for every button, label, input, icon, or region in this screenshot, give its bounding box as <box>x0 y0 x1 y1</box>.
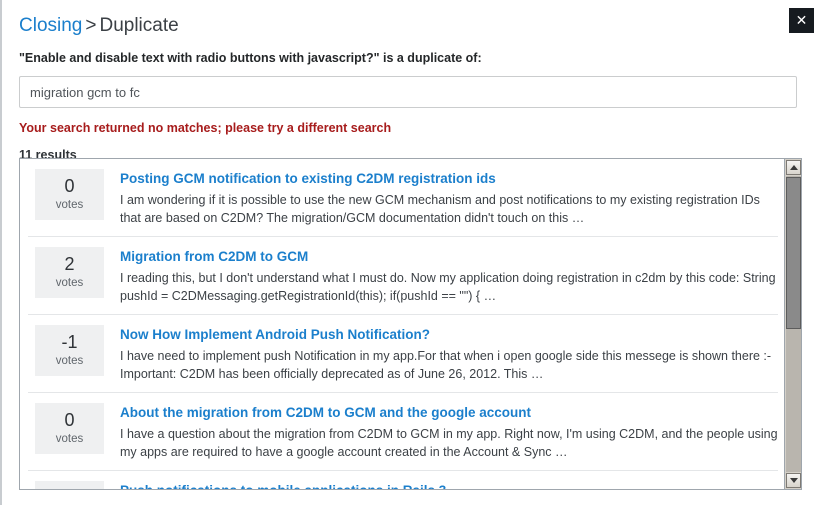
breadcrumb: Closing > Duplicate <box>19 0 802 37</box>
result-excerpt: I have a question about the migration fr… <box>120 427 778 459</box>
close-button[interactable]: ✕ <box>789 8 814 33</box>
scroll-down-button[interactable] <box>786 473 801 488</box>
vote-count: 0 <box>64 410 75 430</box>
vote-count: 0 <box>64 176 75 196</box>
chevron-up-icon <box>789 165 798 170</box>
table-row[interactable]: -1 votes Now How Implement Android Push … <box>28 315 778 393</box>
vote-box: 2 votes <box>35 247 104 298</box>
search-results-panel: 0 votes Posting GCM notification to exis… <box>19 158 802 490</box>
breadcrumb-separator: > <box>85 15 97 36</box>
vote-label: votes <box>55 355 84 367</box>
vote-box: -1 votes <box>35 325 104 376</box>
table-row[interactable]: 2 votes Migration from C2DM to GCM I rea… <box>28 237 778 315</box>
result-title-link[interactable]: Push notifications to mobile application… <box>120 482 778 489</box>
scrollbar-thumb[interactable] <box>786 177 801 329</box>
vote-box: 0 votes <box>35 403 104 454</box>
search-input[interactable] <box>19 76 797 108</box>
result-excerpt: I reading this, but I don't understand w… <box>120 271 776 303</box>
result-title-link[interactable]: Migration from C2DM to GCM <box>120 248 778 265</box>
vote-count: 0 <box>35 488 104 489</box>
results-scroll-region: 0 votes Posting GCM notification to exis… <box>20 159 786 489</box>
scroll-up-button[interactable] <box>786 160 801 175</box>
chevron-down-icon <box>789 478 798 483</box>
vote-box: 0 votes <box>35 169 104 220</box>
result-body: Now How Implement Android Push Notificat… <box>120 325 778 383</box>
vote-label: votes <box>55 199 84 211</box>
result-title-link[interactable]: Posting GCM notification to existing C2D… <box>120 170 778 187</box>
result-excerpt: I have need to implement push Notificati… <box>120 349 772 381</box>
result-title-link[interactable]: About the migration from C2DM to GCM and… <box>120 404 778 421</box>
result-title-link[interactable]: Now How Implement Android Push Notificat… <box>120 326 778 343</box>
vote-count: -1 <box>61 332 78 352</box>
dialog-content: Closing > Duplicate "Enable and disable te… <box>19 0 802 163</box>
table-row[interactable]: 0 votes Push notifications to mobile app… <box>28 471 778 489</box>
vote-box: 0 votes <box>35 481 104 489</box>
result-body: About the migration from C2DM to GCM and… <box>120 403 778 461</box>
page-frame: Closing > Duplicate "Enable and disable te… <box>0 0 817 505</box>
search-field-wrapper <box>19 76 802 108</box>
result-body: Posting GCM notification to existing C2D… <box>120 169 778 227</box>
breadcrumb-current-duplicate: Duplicate <box>99 15 179 36</box>
vote-label: votes <box>55 433 84 445</box>
vote-label: votes <box>55 277 84 289</box>
duplicate-question-subtitle: "Enable and disable text with radio butt… <box>19 51 482 65</box>
results-scrollbar[interactable] <box>784 159 801 489</box>
vote-count: 2 <box>64 254 75 274</box>
table-row[interactable]: 0 votes About the migration from C2DM to… <box>28 393 778 471</box>
search-error-message: Your search returned no matches; please … <box>19 121 392 135</box>
result-body: Push notifications to mobile application… <box>120 481 778 489</box>
results-list: 0 votes Posting GCM notification to exis… <box>20 159 786 489</box>
breadcrumb-link-closing[interactable]: Closing <box>19 15 82 36</box>
table-row[interactable]: 0 votes Posting GCM notification to exis… <box>28 159 778 237</box>
result-excerpt: I am wondering if it is possible to use … <box>120 193 760 225</box>
result-body: Migration from C2DM to GCM I reading thi… <box>120 247 778 305</box>
